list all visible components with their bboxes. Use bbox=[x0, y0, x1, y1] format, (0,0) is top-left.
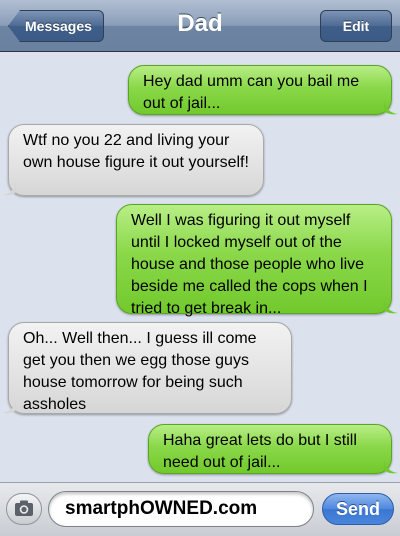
message-text: Well I was figuring it out myself until … bbox=[131, 212, 368, 317]
message-bubble-outgoing: Hey dad umm can you bail me out of jail.… bbox=[128, 65, 398, 115]
camera-icon bbox=[15, 500, 33, 516]
message-text: Haha great lets do but I still need out … bbox=[163, 432, 357, 471]
message-bubble-incoming: Oh... Well then... I guess ill come get … bbox=[2, 322, 292, 414]
edit-button[interactable]: Edit bbox=[320, 10, 392, 42]
message-list[interactable]: Hey dad umm can you bail me out of jail.… bbox=[0, 52, 400, 482]
bubble-tail bbox=[384, 101, 398, 115]
message-bubble-outgoing: Well I was figuring it out myself until … bbox=[116, 204, 398, 317]
message-bubble-incoming: Wtf no you 22 and living your own house … bbox=[2, 124, 264, 196]
send-button[interactable]: Send bbox=[322, 493, 394, 525]
bubble-tail bbox=[384, 300, 398, 314]
message-bubble-outgoing: Haha great lets do but I still need out … bbox=[148, 424, 398, 474]
bubble-tail bbox=[2, 400, 16, 414]
bubble-tail bbox=[2, 182, 16, 196]
nav-bar: Messages Dad Edit bbox=[0, 0, 400, 52]
camera-button[interactable] bbox=[6, 493, 42, 525]
message-text: Oh... Well then... I guess ill come get … bbox=[23, 330, 257, 413]
bubble-tail bbox=[384, 460, 398, 474]
message-text: Hey dad umm can you bail me out of jail.… bbox=[143, 73, 360, 112]
compose-bar: smartphOWNED.com Send bbox=[0, 482, 400, 536]
message-input[interactable]: smartphOWNED.com bbox=[48, 491, 314, 527]
message-text: Wtf no you 22 and living your own house … bbox=[23, 132, 249, 171]
